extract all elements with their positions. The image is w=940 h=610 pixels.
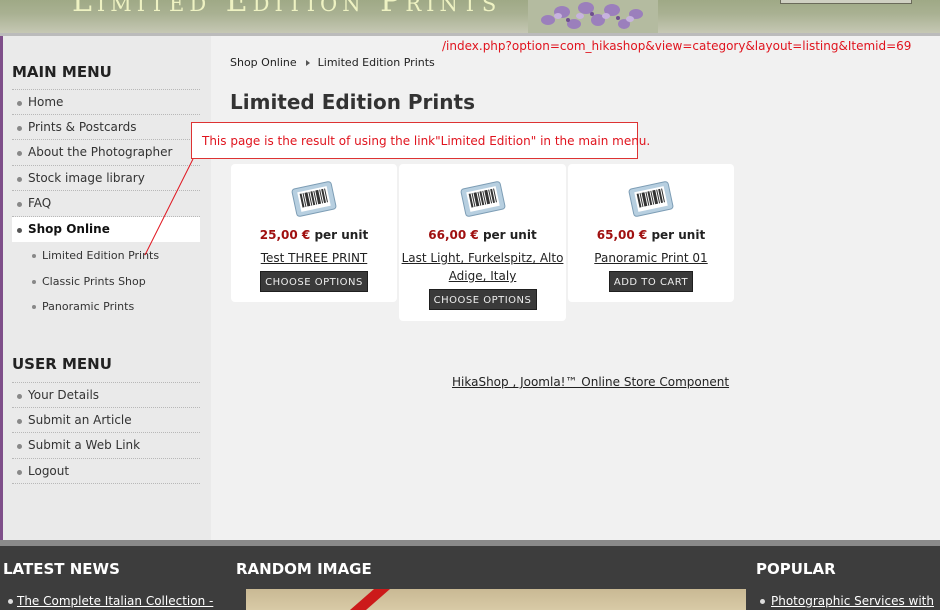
user-menu-item-submit-web-link[interactable]: Submit a Web Link xyxy=(12,433,200,459)
hikashop-credit-link[interactable]: HikaShop , Joomla!™ Online Store Compone… xyxy=(452,375,729,389)
main-menu-item-faq[interactable]: FAQ xyxy=(12,191,200,217)
barcode-icon xyxy=(291,181,337,217)
bullet-icon xyxy=(17,394,22,399)
user-menu: Your Details Submit an Article Submit a … xyxy=(12,382,200,484)
main-menu-item-label: Shop Online xyxy=(28,221,110,236)
product-price-amount: 66,00 € xyxy=(428,228,479,242)
barcode-icon xyxy=(460,181,505,217)
bullet-icon xyxy=(17,469,22,475)
product-price-unit: per unit xyxy=(310,228,369,242)
bullet-icon xyxy=(17,125,22,131)
submenu-item-label: Panoramic Prints xyxy=(42,300,135,313)
shop-submenu: Limited Edition Prints Classic Prints Sh… xyxy=(12,243,200,320)
main-menu-item-label: Prints & Postcards xyxy=(28,119,137,134)
product-name-line: Test THREE PRINT xyxy=(260,251,368,265)
user-menu-title: USER MENU xyxy=(12,355,112,373)
product-price-unit: per unit xyxy=(478,228,537,242)
bullet-icon xyxy=(17,101,22,106)
user-menu-item-submit-article[interactable]: Submit an Article xyxy=(12,408,200,433)
user-menu-item-your-details[interactable]: Your Details xyxy=(12,382,200,408)
product-name-link[interactable]: Last Light, Furkelspitz, Alto Adige, Ita… xyxy=(399,249,566,285)
main-menu-item-prints-postcards[interactable]: Prints & Postcards xyxy=(12,115,200,140)
main-menu: Home Prints & Postcards About the Photog… xyxy=(12,89,200,242)
breadcrumb-item-current: Limited Edition Prints xyxy=(317,56,435,69)
popular-title: POPULAR xyxy=(756,560,836,578)
site-title: Limited Edition Prints xyxy=(72,0,502,19)
latest-news-title: LATEST NEWS xyxy=(3,560,120,578)
main-menu-item-label: FAQ xyxy=(28,196,52,210)
page-title: Limited Edition Prints xyxy=(230,90,475,114)
main-menu-item-label: Stock image library xyxy=(28,170,145,185)
main-menu-item-home[interactable]: Home xyxy=(12,89,200,115)
triangle-right-icon xyxy=(305,59,310,66)
product-price-amount: 25,00 € xyxy=(259,228,311,242)
product-name-line: Panoramic Print 01 xyxy=(594,251,708,265)
bullet-icon xyxy=(17,202,22,207)
main-menu-title: MAIN MENU xyxy=(12,63,112,81)
submenu-item-label: Classic Prints Shop xyxy=(42,274,146,288)
bullet-icon xyxy=(32,305,36,309)
user-menu-item-label: Your Details xyxy=(28,388,100,402)
user-menu-item-logout[interactable]: Logout xyxy=(12,459,200,484)
popular-link[interactable]: Photographic Services with xyxy=(771,594,934,608)
annotation-callout: This page is the result of using the lin… xyxy=(191,122,650,159)
choose-options-button[interactable]: CHOOSE OPTIONS xyxy=(260,271,368,292)
bullet-icon xyxy=(8,599,13,604)
random-image-ribbon xyxy=(350,589,390,610)
product-name-link[interactable]: Panoramic Print 01 xyxy=(568,249,734,267)
bullet-icon xyxy=(17,444,22,449)
breadcrumb-item-shop-online[interactable]: Shop Online xyxy=(230,56,297,69)
orchid-image xyxy=(528,0,658,34)
submenu-item-limited-edition[interactable]: Limited Edition Prints xyxy=(12,243,200,269)
product-price-amount: 65,00 € xyxy=(596,228,648,242)
bullet-icon xyxy=(760,599,765,604)
main-menu-item-label: About the Photographer xyxy=(28,145,173,159)
barcode-icon xyxy=(628,181,674,217)
product-price: 25,00 € per unit xyxy=(231,228,397,242)
bullet-icon xyxy=(17,227,22,233)
bullet-icon xyxy=(32,279,36,284)
latest-news-link[interactable]: The Complete Italian Collection - xyxy=(17,594,213,608)
main-menu-item-label: Home xyxy=(28,95,64,109)
product-price-unit: per unit xyxy=(647,228,706,242)
bullet-icon xyxy=(17,418,22,424)
random-image-title: RANDOM IMAGE xyxy=(236,560,372,578)
search-input[interactable] xyxy=(780,0,912,4)
product-name-link[interactable]: Test THREE PRINT xyxy=(231,249,397,267)
bullet-icon xyxy=(32,254,36,258)
user-menu-item-label: Submit a Web Link xyxy=(28,438,141,452)
breadcrumb: Shop Online Limited Edition Prints xyxy=(230,56,435,69)
choose-options-button[interactable]: CHOOSE OPTIONS xyxy=(428,289,537,310)
bullet-icon xyxy=(17,151,22,156)
add-to-cart-button[interactable]: ADD TO CART xyxy=(609,271,693,292)
user-menu-item-label: Logout xyxy=(28,463,70,478)
product-name-line: Last Light, Furkelspitz, Alto xyxy=(401,251,564,265)
random-image[interactable] xyxy=(246,589,746,610)
main-menu-item-stock-library[interactable]: Stock image library xyxy=(12,166,200,191)
product-price: 65,00 € per unit xyxy=(568,228,734,242)
main-menu-item-shop-online[interactable]: Shop Online xyxy=(12,216,200,242)
main-menu-item-about[interactable]: About the Photographer xyxy=(12,140,200,166)
product-name-line: Adige, Italy xyxy=(448,269,517,283)
product-card: 65,00 € per unit Panoramic Print 01 ADD … xyxy=(568,164,734,302)
bullet-icon xyxy=(17,176,22,182)
submenu-item-label: Limited Edition Prints xyxy=(42,249,160,262)
submenu-item-panoramic-prints[interactable]: Panoramic Prints xyxy=(12,294,200,320)
submenu-item-classic-prints[interactable]: Classic Prints Shop xyxy=(12,269,200,295)
site-header: Limited Edition Prints xyxy=(0,0,940,34)
bottom-divider xyxy=(0,540,940,546)
product-price: 66,00 € per unit xyxy=(399,228,566,242)
sidebar: MAIN MENU Home Prints & Postcards About … xyxy=(3,36,211,540)
url-annotation: /index.php?option=com_hikashop&view=cate… xyxy=(442,39,912,53)
product-card: 66,00 € per unit Last Light, Furkelspitz… xyxy=(399,164,566,321)
user-menu-item-label: Submit an Article xyxy=(28,412,132,427)
product-card: 25,00 € per unit Test THREE PRINT CHOOSE… xyxy=(231,164,397,302)
